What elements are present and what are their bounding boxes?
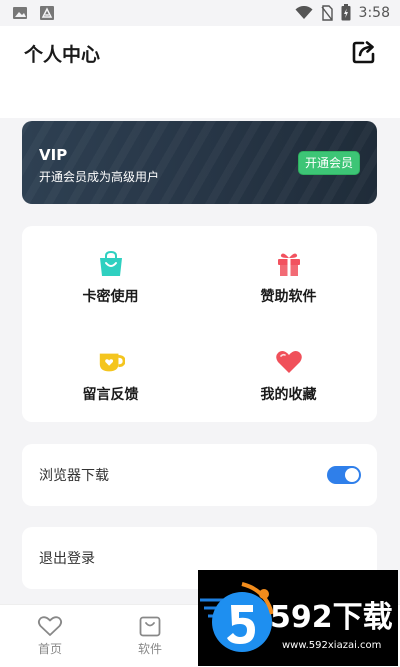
tab-software[interactable]: 软件 [120, 615, 180, 657]
feedback-label: 留言反馈 [82, 387, 139, 403]
favorites-item[interactable]: 我的收藏 [200, 324, 377, 414]
tab-home-label: 首页 [37, 642, 62, 656]
status-bar: 3:58 [0, 0, 400, 26]
vip-title: VIP [39, 146, 68, 164]
gift-icon [277, 253, 300, 276]
toggle-knob [345, 468, 359, 482]
feedback-item[interactable]: 留言反馈 [22, 324, 199, 414]
watermark: 592下载 www.592xiazai.com [198, 570, 398, 666]
browser-download-toggle[interactable] [327, 466, 361, 484]
favorites-label: 我的收藏 [260, 387, 317, 403]
browser-download-row: 浏览器下载 [22, 444, 377, 506]
vip-subtitle: 开通会员成为高级用户 [39, 170, 160, 184]
heart-outline-icon [37, 616, 63, 636]
card-key-label: 卡密使用 [82, 289, 139, 305]
share-icon [352, 41, 375, 64]
browser-download-label: 浏览器下载 [39, 468, 109, 484]
sponsor-item[interactable]: 赞助软件 [200, 226, 377, 316]
watermark-name: 592下载 [270, 600, 393, 635]
heart-icon [275, 351, 302, 373]
cup-icon [99, 353, 125, 372]
status-time: 3:58 [358, 4, 390, 21]
card-key-item[interactable]: 卡密使用 [22, 226, 199, 316]
share-button[interactable] [350, 38, 378, 66]
bag-outline-icon [139, 616, 161, 637]
sponsor-label: 赞助软件 [260, 289, 317, 305]
vip-card[interactable]: VIP 开通会员成为高级用户 开通会员 [22, 121, 377, 204]
wifi-icon [295, 5, 313, 19]
open-vip-button[interactable]: 开通会员 [297, 151, 360, 175]
app-notification-icon [40, 6, 54, 20]
image-notification-icon [13, 7, 27, 19]
page-title: 个人中心 [24, 44, 101, 66]
tab-software-label: 软件 [137, 642, 162, 656]
shopping-bag-icon [99, 250, 122, 276]
function-grid: 卡密使用 赞助软件 留言反馈 我的收藏 [22, 226, 377, 422]
battery-icon [341, 4, 351, 21]
watermark-url: www.592xiazai.com [282, 640, 382, 651]
logout-label: 退出登录 [39, 551, 95, 567]
site-logo-icon [200, 582, 274, 652]
no-sim-icon [320, 4, 333, 21]
tab-home[interactable]: 首页 [20, 615, 80, 657]
